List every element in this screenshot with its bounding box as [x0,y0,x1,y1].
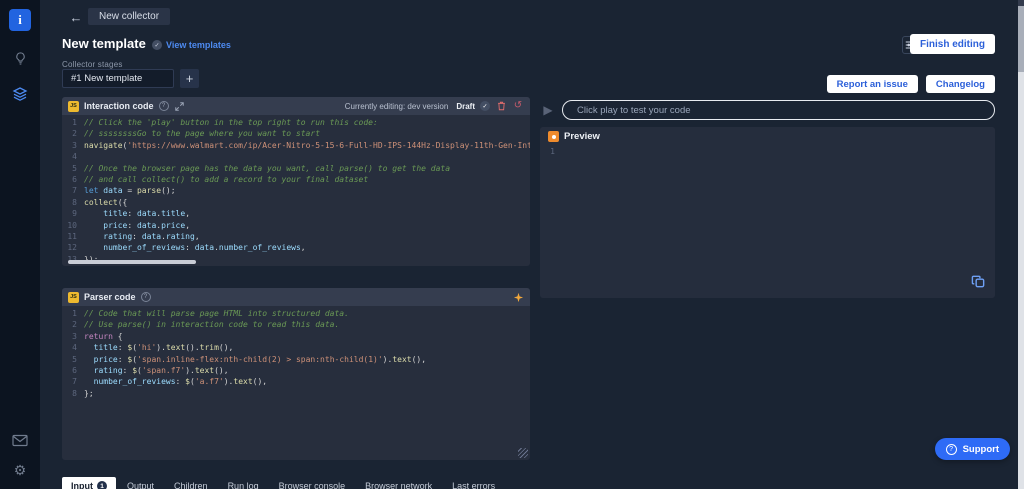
javascript-icon: JS [68,292,79,303]
saved-check-icon: ✓ [480,101,490,111]
brand-logo[interactable]: i [9,9,31,31]
rail-bottom: ⚙ [11,419,29,479]
report-issue-button[interactable]: Report an issue [827,75,918,93]
horizontal-scrollbar-thumb[interactable] [68,260,196,264]
preview-panel: Preview 1 [540,127,995,298]
question-icon: ? [946,444,957,455]
preview-code-area: 1 [540,144,995,297]
tab-browser-network[interactable]: Browser network [356,477,441,489]
tab-input[interactable]: Input 1 [62,477,116,489]
editing-status: Currently editing: dev version [345,102,449,111]
tab-output[interactable]: Output [118,477,163,489]
browser-icon [548,131,559,142]
add-stage-button[interactable]: + [180,69,199,88]
tab-last-errors[interactable]: Last errors [443,477,504,489]
resize-handle[interactable] [518,448,528,458]
interaction-panel-header: JS Interaction code ? Currently editing:… [62,97,530,115]
interaction-code-panel: JS Interaction code ? Currently editing:… [62,97,530,266]
help-icon[interactable]: ? [141,292,151,302]
check-icon: ✓ [152,40,162,50]
app: i ⚙ ← New collector New template ✓ View … [0,0,1024,489]
scrollbar-thumb[interactable] [1018,6,1024,72]
horizontal-scrollbar [68,260,524,264]
support-label: Support [963,444,999,455]
changelog-button[interactable]: Changelog [926,75,995,93]
gear-icon[interactable]: ⚙ [11,461,29,479]
trash-icon[interactable] [495,100,507,112]
tab-run-log[interactable]: Run log [219,477,268,489]
stage-name-input[interactable] [62,69,174,88]
interaction-panel-title: Interaction code [84,101,154,111]
parser-code-editor[interactable]: 1// Code that will parse page HTML into … [62,306,530,460]
interaction-code-editor[interactable]: 1// Click the 'play' button in the top r… [62,115,530,266]
tab-browser-console[interactable]: Browser console [270,477,355,489]
play-icon[interactable]: ▶ [540,102,556,118]
reset-icon[interactable]: ↺ [512,100,524,112]
collector-tab[interactable]: New collector [88,8,170,25]
format-sparkle-icon[interactable] [512,291,524,303]
preview-title: Preview [564,131,600,142]
page-title: New template [62,36,146,51]
view-templates-link[interactable]: ✓ View templates [152,40,231,50]
mail-icon[interactable] [11,431,29,449]
lightbulb-icon[interactable] [11,49,29,67]
expand-icon[interactable] [174,100,186,112]
help-icon[interactable]: ? [159,101,169,111]
page-scrollbar [1018,0,1024,489]
test-run-row: ▶ [540,99,995,121]
collector-stages-label: Collector stages [62,60,123,69]
tab-input-label: Input [71,481,93,489]
tab-children[interactable]: Children [165,477,217,489]
bottom-tab-bar: Input 1 Output Children Run log Browser … [62,477,504,489]
parser-panel-header: JS Parser code ? [62,288,530,306]
main-area: ← New collector New template ✓ View temp… [40,0,1018,489]
input-count-badge: 1 [97,481,107,489]
left-rail: i ⚙ [0,0,40,489]
test-run-input[interactable] [562,100,995,120]
collectors-icon[interactable] [11,85,29,103]
parser-code-panel: JS Parser code ? 1// Code that will pars… [62,288,530,460]
copy-icon [971,274,986,289]
stage-actions: Report an issue Changelog [827,75,995,93]
preview-header: Preview [540,127,995,144]
copy-button[interactable] [969,272,987,290]
view-templates-label: View templates [166,40,231,50]
parser-panel-title: Parser code [84,292,136,302]
back-button[interactable]: ← [68,9,84,25]
finish-editing-button[interactable]: Finish editing [910,34,995,54]
javascript-icon: JS [68,101,79,112]
editing-version: Draft [456,102,475,111]
support-button[interactable]: ? Support [935,438,1010,460]
